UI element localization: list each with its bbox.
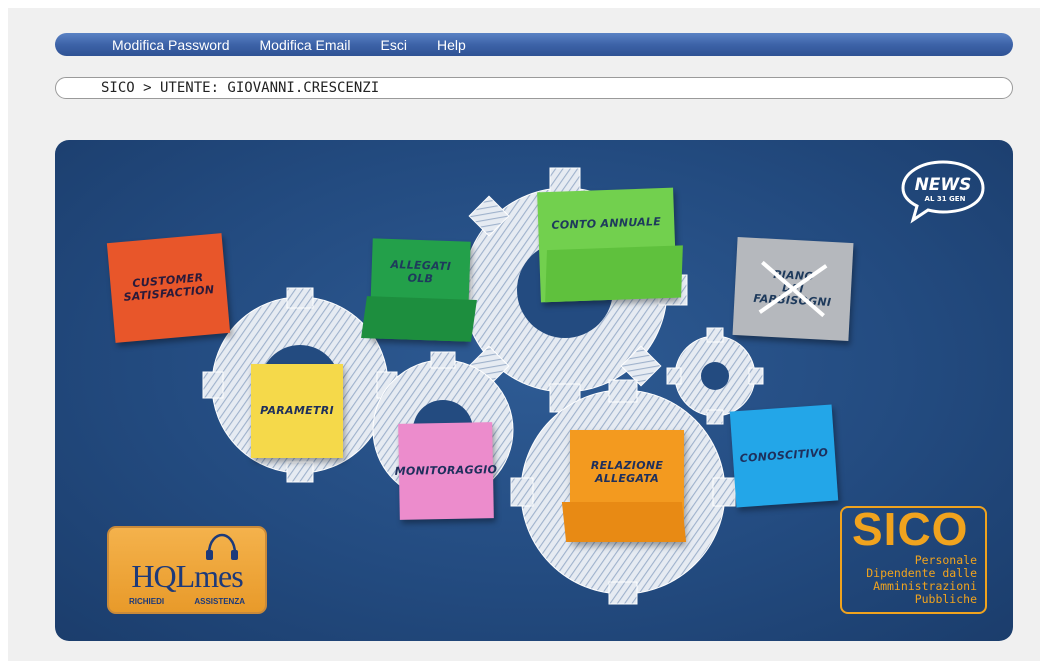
strikethrough-cross-icon (758, 260, 828, 318)
hqlmes-assistenza-button[interactable]: HQLmes RICHIEDI ASSISTENZA (107, 526, 267, 614)
hqlmes-sub-left: RICHIEDI (129, 597, 165, 606)
tile-conoscitivo-label: CONOSCITIVO (739, 445, 829, 465)
tile-parametri[interactable]: PARAMETRI (251, 364, 343, 458)
tile-customer-satisfaction[interactable]: CUSTOMER SATISFACTION (106, 233, 231, 343)
news-title: NEWS (915, 175, 972, 195)
tile-allegati-olb[interactable]: ALLEGATI OLB (369, 238, 471, 342)
tile-allegati-label-2: OLB (407, 271, 434, 286)
menu-esci[interactable]: Esci (381, 37, 407, 53)
sico-logo[interactable]: SICO Personale Dipendente dalle Amminist… (840, 503, 987, 614)
tile-monitoraggio-label: MONITORAGGIO (394, 462, 498, 478)
news-subtitle: AL 31 GEN (925, 195, 966, 203)
tile-relazione-allegata[interactable]: RELAZIONE ALLEGATA (570, 430, 684, 542)
top-menu-bar: Modifica Password Modifica Email Esci He… (55, 33, 1013, 56)
menu-modifica-password[interactable]: Modifica Password (112, 37, 230, 53)
tile-conoscitivo[interactable]: CONOSCITIVO (729, 404, 839, 508)
tile-conto-label: CONTO ANNUALE (551, 215, 662, 232)
tile-conto-annuale[interactable]: CONTO ANNUALE (537, 187, 677, 303)
sico-line-4: Pubbliche (914, 592, 977, 606)
menu-modifica-email[interactable]: Modifica Email (260, 37, 351, 53)
tile-monitoraggio[interactable]: MONITORAGGIO (395, 422, 497, 520)
page-top-edge (0, 0, 1040, 8)
sico-title: SICO (852, 503, 969, 555)
tile-piano-fabbisogni[interactable]: PIANO DEI FABBISOGNI (732, 237, 854, 341)
news-bubble-icon[interactable]: NEWS AL 31 GEN (899, 158, 987, 224)
breadcrumb: SICO > UTENTE: GIOVANNI.CRESCENZI (55, 77, 1013, 99)
tile-relazione-label-2: ALLEGATA (594, 471, 660, 485)
breadcrumb-text: SICO > UTENTE: GIOVANNI.CRESCENZI (101, 80, 380, 96)
tile-parametri-label: PARAMETRI (260, 403, 334, 417)
page-left-edge (0, 0, 8, 661)
hqlmes-name: HQLmes (131, 558, 243, 594)
hqlmes-sub-right: ASSISTENZA (194, 597, 245, 606)
menu-help[interactable]: Help (437, 37, 466, 53)
tile-relazione-label-1: RELAZIONE (590, 459, 664, 472)
main-panel: CUSTOMER SATISFACTION ALLEGATI OLB CONTO… (55, 140, 1013, 641)
